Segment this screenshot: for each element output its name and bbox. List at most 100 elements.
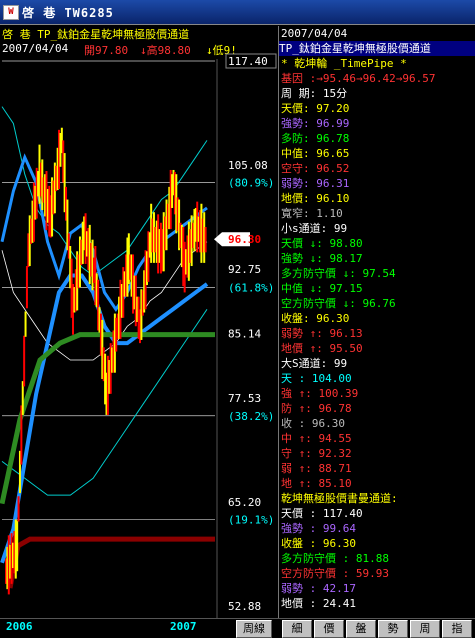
period-row: 周 期: 15分 bbox=[281, 86, 347, 101]
pipe-row-3: 中值: 96.65 bbox=[281, 146, 349, 161]
long-row-0: 天價 : 117.40 bbox=[281, 506, 363, 521]
big-row-1-label: 強 bbox=[281, 387, 292, 400]
small-row-7-label: 地價 bbox=[281, 342, 303, 355]
small-row-6-value: ↑: 96.13 bbox=[303, 327, 363, 340]
long-row-3: 多方防守價 : 81.88 bbox=[281, 551, 389, 566]
pipe-row-6: 地價: 96.10 bbox=[281, 191, 349, 206]
small-row-0: 天價 ↓: 98.80 bbox=[281, 236, 363, 251]
big-row-0-label: 天 bbox=[281, 372, 292, 385]
small-row-2-label: 多方防守價 bbox=[281, 267, 336, 280]
small-row-1: 強勢 ↓: 98.17 bbox=[281, 251, 363, 266]
pipe-row-2-label: 多防 bbox=[281, 132, 303, 145]
long-row-5-label: 弱勢 bbox=[281, 582, 303, 595]
price-axis-label-1: 105.08 bbox=[228, 159, 268, 172]
small-channel-title: 小s通道: 99 bbox=[281, 222, 348, 235]
long-row-6-value: : 24.41 bbox=[303, 597, 356, 610]
x-label-2006: 2006 bbox=[6, 620, 33, 633]
small-row-2: 多方防守價 ↓: 97.54 bbox=[281, 266, 396, 281]
small-row-5-label: 收盤 bbox=[281, 312, 303, 325]
price-axis-label-11: 52.88 bbox=[228, 600, 261, 613]
bottom-bar: 2006 2007 周線 細 價 盤 勢 周 指 bbox=[0, 618, 475, 638]
period-row-label: 周 期: bbox=[281, 87, 317, 100]
big-row-1-value: ↑: 100.39 bbox=[292, 387, 359, 400]
pipe-row-0-value: : 97.20 bbox=[303, 102, 350, 115]
big-row-6: 弱 ↑: 88.71 bbox=[281, 461, 352, 476]
price-chart[interactable]: 啓 巷 TP_鈦鉑金星乾坤無極股價通道 2007/04/04 開97.80 ↓高… bbox=[0, 26, 279, 618]
pipe-row-1-label: 強勢 bbox=[281, 117, 303, 130]
long-row-5-value: : 42.17 bbox=[303, 582, 356, 595]
indicator-panel: 2007/04/04 TP_鈦鉑金星乾坤無極股價通道 * 乾坤輪 _TimePipe… bbox=[279, 26, 475, 618]
big-row-7-label: 地 bbox=[281, 477, 292, 490]
small-row-1-value: ↓: 98.17 bbox=[303, 252, 363, 265]
small-row-6: 弱勢 ↑: 96.13 bbox=[281, 326, 363, 341]
big-row-3: 收 : 96.30 bbox=[281, 416, 345, 431]
price-axis-label-7: 77.53 bbox=[228, 392, 261, 405]
big-row-2-value: ↑: 96.78 bbox=[292, 402, 352, 415]
small-row-7-value: ↑: 95.50 bbox=[303, 342, 363, 355]
panel-date: 2007/04/04 bbox=[281, 27, 348, 40]
pipe-row-7-label: 寬窄 bbox=[281, 207, 303, 220]
price-axis-label-9: 65.20 bbox=[228, 496, 261, 509]
big-row-7: 地 ↑: 85.10 bbox=[281, 476, 352, 491]
price-axis-label-8: (38.2%) bbox=[228, 410, 274, 423]
title-bar: W 啓 巷 TW6285 bbox=[0, 0, 475, 25]
big-row-5-label: 守 bbox=[281, 447, 292, 460]
pipe-row-1: 強勢: 96.99 bbox=[281, 116, 349, 131]
pipe-row-2: 多防: 96.78 bbox=[281, 131, 349, 146]
tab-period[interactable]: 周線 bbox=[236, 620, 272, 638]
price-axis-label-4: 92.75 bbox=[228, 263, 261, 276]
base-label: 基因 bbox=[281, 72, 310, 85]
long-row-4-label: 空方防守價 bbox=[281, 567, 336, 580]
long-row-1: 強勢 : 99.64 bbox=[281, 521, 356, 536]
tab-book[interactable]: 盤 bbox=[346, 620, 376, 638]
app-icon[interactable]: W bbox=[3, 5, 19, 20]
chart-canvas[interactable]: 117.40 105.08 (80.9%) 96.30 92.75 (61.8%) 85.1… bbox=[0, 26, 278, 618]
big-row-3-label: 收 bbox=[281, 417, 292, 430]
pipe-row-4-label: 空守 bbox=[281, 162, 303, 175]
long-row-4: 空方防守價 : 59.93 bbox=[281, 566, 389, 581]
long-row-0-value: : 117.40 bbox=[303, 507, 363, 520]
big-row-0-value: : 104.00 bbox=[292, 372, 352, 385]
big-row-6-value: ↑: 88.71 bbox=[292, 462, 352, 475]
pipe-row-2-value: : 96.78 bbox=[303, 132, 350, 145]
big-row-5-value: ↑: 92.32 bbox=[292, 447, 352, 460]
long-row-4-value: : 59.93 bbox=[336, 567, 389, 580]
big-row-4-label: 中 bbox=[281, 432, 292, 445]
envelope-mid bbox=[1, 241, 208, 361]
pipe-row-5-label: 弱勢 bbox=[281, 177, 303, 190]
small-row-3-label: 中值 bbox=[281, 282, 303, 295]
long-row-2: 收盤 : 96.30 bbox=[281, 536, 356, 551]
small-row-3: 中值 ↓: 97.15 bbox=[281, 281, 363, 296]
price-axis-label-2: (80.9%) bbox=[228, 177, 274, 190]
pipe-row-6-label: 地價 bbox=[281, 192, 303, 205]
pipe-row-4-value: : 96.52 bbox=[303, 162, 350, 175]
small-row-3-value: ↓: 97.15 bbox=[303, 282, 363, 295]
x-label-2007: 2007 bbox=[170, 620, 197, 633]
small-row-2-value: ↓: 97.54 bbox=[336, 267, 396, 280]
pipe-row-3-value: : 96.65 bbox=[303, 147, 350, 160]
price-axis-label-10: (19.1%) bbox=[228, 514, 274, 527]
pipe-row-6-value: : 96.10 bbox=[303, 192, 350, 205]
small-row-1-label: 強勢 bbox=[281, 252, 303, 265]
tab-week[interactable]: 周 bbox=[410, 620, 440, 638]
long-row-0-label: 天價 bbox=[281, 507, 303, 520]
pipe-row-5-value: : 96.31 bbox=[303, 177, 350, 190]
tab-trend[interactable]: 勢 bbox=[378, 620, 408, 638]
tab-index[interactable]: 指 bbox=[442, 620, 472, 638]
base-row: 基因 :→95.46→96.42→96.57 bbox=[281, 71, 435, 86]
panel-title: TP_鈦鉑金星乾坤無極股價通道 bbox=[279, 41, 475, 56]
small-row-5: 收盤: 96.30 bbox=[281, 311, 349, 326]
small-row-4: 空方防守價 ↓: 96.76 bbox=[281, 296, 396, 311]
small-row-5-value: : 96.30 bbox=[303, 312, 350, 325]
panel-subtitle: * 乾坤輪 _TimePipe * bbox=[281, 57, 407, 70]
tab-detail[interactable]: 細 bbox=[282, 620, 312, 638]
price-axis-label-5: (61.8%) bbox=[228, 281, 274, 294]
small-row-0-label: 天價 bbox=[281, 237, 303, 250]
tab-price[interactable]: 價 bbox=[314, 620, 344, 638]
big-row-4: 中 ↑: 94.55 bbox=[281, 431, 352, 446]
long-row-3-value: : 81.88 bbox=[336, 552, 389, 565]
big-row-6-label: 弱 bbox=[281, 462, 292, 475]
small-row-4-value: ↓: 96.76 bbox=[336, 297, 396, 310]
pipe-row-1-value: : 96.99 bbox=[303, 117, 350, 130]
big-row-1: 強 ↑: 100.39 bbox=[281, 386, 358, 401]
